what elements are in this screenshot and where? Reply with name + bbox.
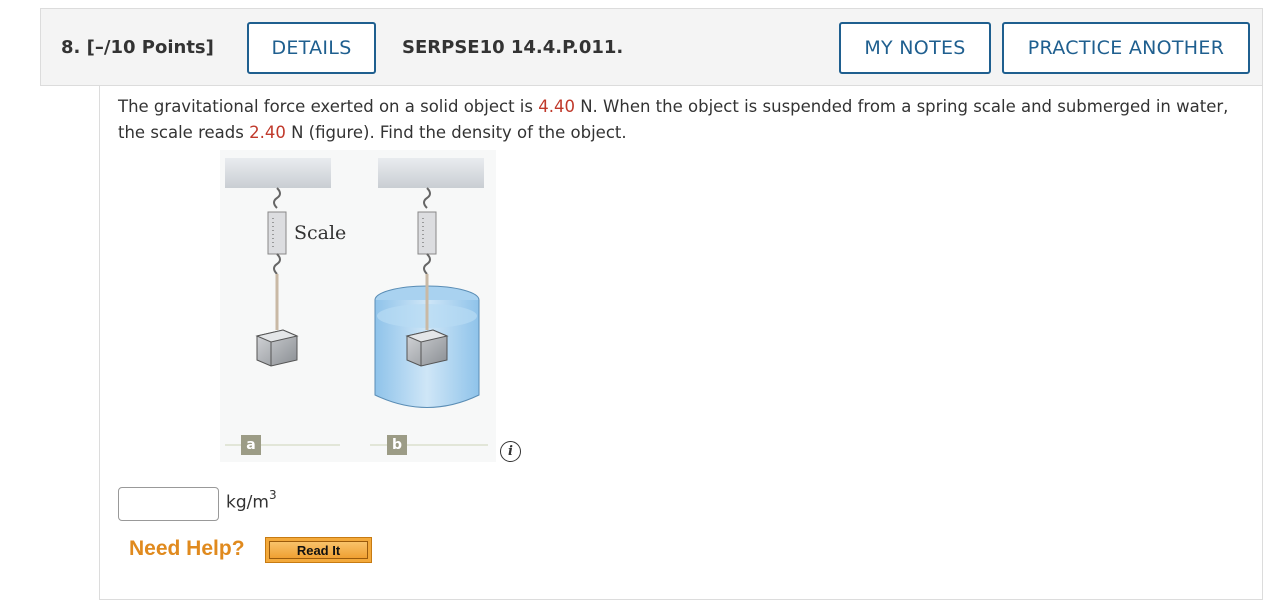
spring-scale-b [417,211,437,255]
density-answer-input[interactable] [118,487,219,521]
answer-unit-base: kg/m [226,492,269,513]
ceiling-a [225,158,331,188]
question-number-text: 8. [61,37,81,58]
panel-a-label: a [241,435,261,455]
details-button[interactable]: DETAILS [247,22,376,74]
my-notes-button[interactable]: MY NOTES [839,22,991,74]
read-it-button[interactable]: Read It [265,537,372,563]
question-number: 8. [–/10 Points] [61,37,214,58]
spring-scale-figure [220,150,496,462]
read-it-label: Read It [269,541,368,559]
question-code: SERPSE10 14.4.P.011. [402,37,624,58]
need-help-label: Need Help? [129,537,245,560]
question-prompt: The gravitational force exerted on a sol… [118,94,1238,146]
prompt-text-3: N (figure). Find the density of the obje… [285,123,627,142]
prompt-value-scale-reading: 2.40 [249,123,286,142]
scale-label: Scale [294,222,347,244]
question-header: 8. [–/10 Points] DETAILS SERPSE10 14.4.P… [40,8,1263,86]
practice-another-button[interactable]: PRACTICE ANOTHER [1002,22,1250,74]
answer-unit: kg/m3 [226,488,277,513]
info-icon[interactable]: i [500,441,521,462]
spring-scale-a [267,211,287,255]
prompt-value-weight: 4.40 [538,97,575,116]
panel-b-label: b [387,435,407,455]
ceiling-b [378,158,484,188]
prompt-text-1: The gravitational force exerted on a sol… [118,97,539,116]
question-points: [–/10 Points] [86,37,214,58]
answer-unit-exponent: 3 [268,488,277,502]
